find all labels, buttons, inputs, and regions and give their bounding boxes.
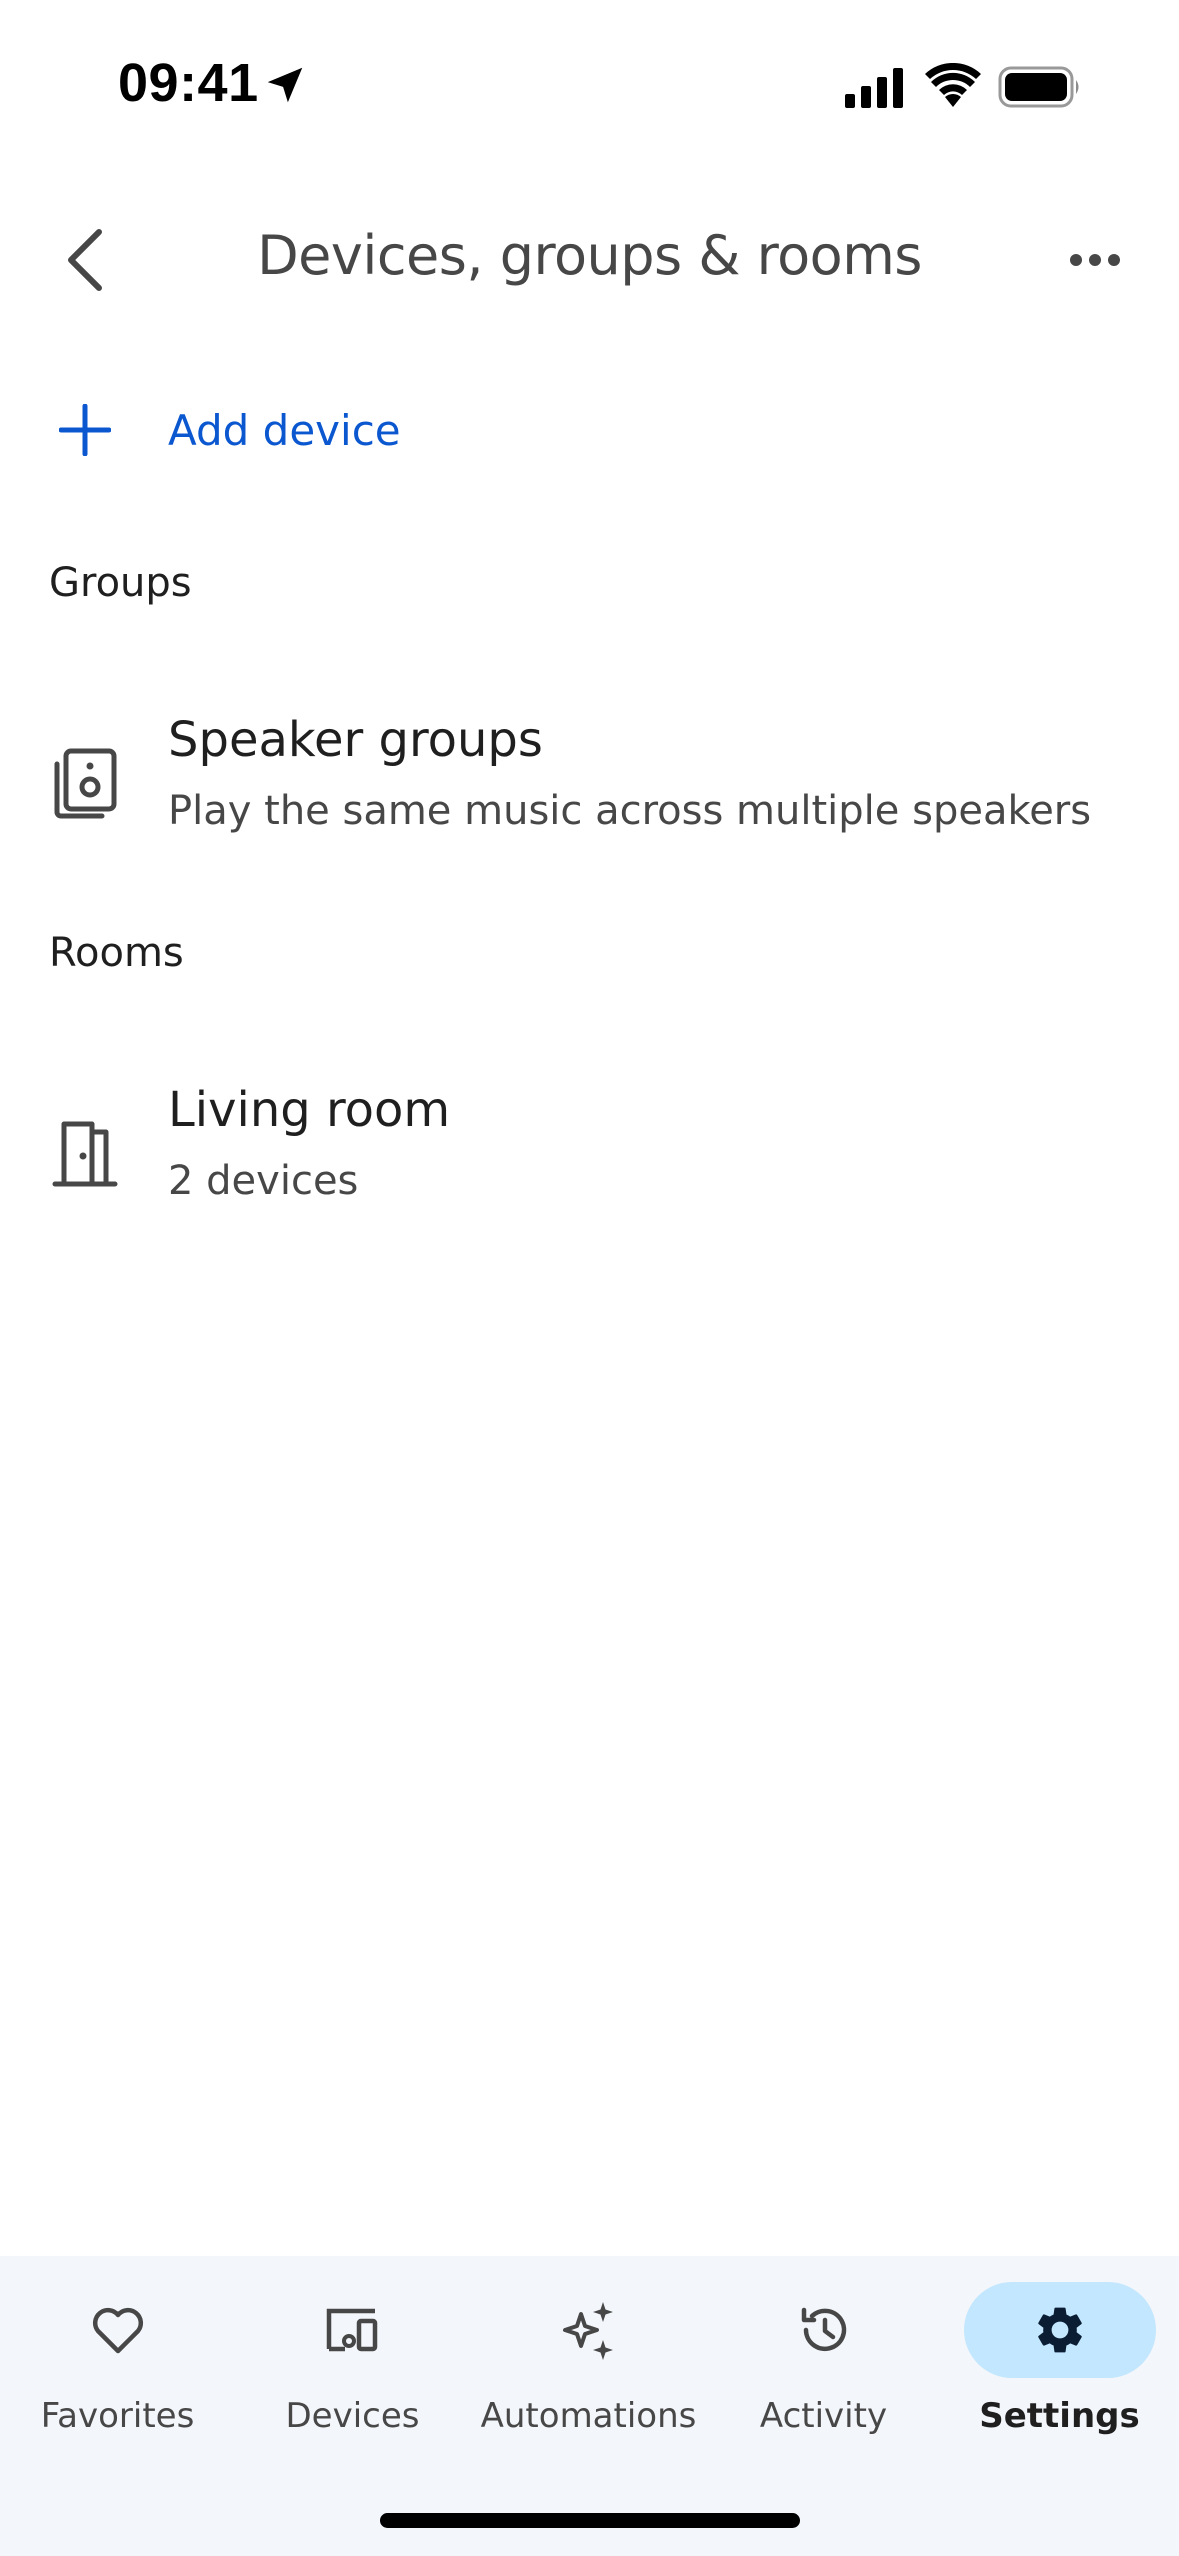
heart-icon <box>92 2307 143 2354</box>
chevron-left-icon <box>68 229 102 291</box>
living-room-subtitle: 2 devices <box>168 1158 359 1204</box>
add-device-button[interactable]: Add device <box>40 390 401 470</box>
nav-favorites[interactable]: Favorites <box>0 2256 235 2456</box>
location-arrow-icon <box>267 67 303 103</box>
speaker-group-icon <box>54 748 117 819</box>
bottom-navigation: Favorites Devices Automations Activity S… <box>0 2256 1179 2556</box>
nav-label-settings: Settings <box>979 2396 1140 2436</box>
add-device-label: Add device <box>168 405 401 455</box>
door-icon <box>52 1121 118 1187</box>
nav-label-favorites: Favorites <box>40 2396 195 2436</box>
more-options-button[interactable] <box>1060 230 1130 290</box>
sparkle-icon <box>562 2302 613 2360</box>
nav-settings[interactable]: Settings <box>942 2256 1177 2456</box>
list-item-living-room[interactable]: Living room 2 devices <box>0 1070 1179 1240</box>
plus-icon <box>59 404 111 456</box>
list-item-speaker-groups[interactable]: Speaker groups Play the same music acros… <box>0 700 1179 870</box>
nav-automations[interactable]: Automations <box>471 2256 706 2456</box>
gear-icon <box>1037 2307 1082 2353</box>
cellular-signal-icon <box>845 68 903 108</box>
home-indicator[interactable] <box>380 2513 800 2528</box>
wifi-icon <box>925 63 981 107</box>
nav-label-activity: Activity <box>759 2396 888 2436</box>
devices-icon <box>326 2308 377 2352</box>
rooms-section-header: Rooms <box>49 930 184 976</box>
nav-activity[interactable]: Activity <box>706 2256 941 2456</box>
speaker-groups-subtitle: Play the same music across multiple spea… <box>168 788 1092 834</box>
nav-active-indicator <box>963 2282 1156 2378</box>
living-room-title: Living room <box>168 1082 451 1138</box>
speaker-groups-title: Speaker groups <box>168 712 543 768</box>
page-title: Devices, groups & rooms <box>257 224 922 287</box>
groups-section-header: Groups <box>49 560 192 606</box>
status-time: 09:41 <box>118 53 259 113</box>
nav-devices[interactable]: Devices <box>235 2256 470 2456</box>
nav-label-automations: Automations <box>480 2396 697 2436</box>
nav-label-devices: Devices <box>285 2396 420 2436</box>
more-horiz-icon <box>1070 254 1120 266</box>
back-button[interactable] <box>50 220 120 300</box>
battery-icon <box>998 66 1079 108</box>
status-bar: 09:41 <box>0 0 1179 170</box>
history-icon <box>801 2307 846 2352</box>
